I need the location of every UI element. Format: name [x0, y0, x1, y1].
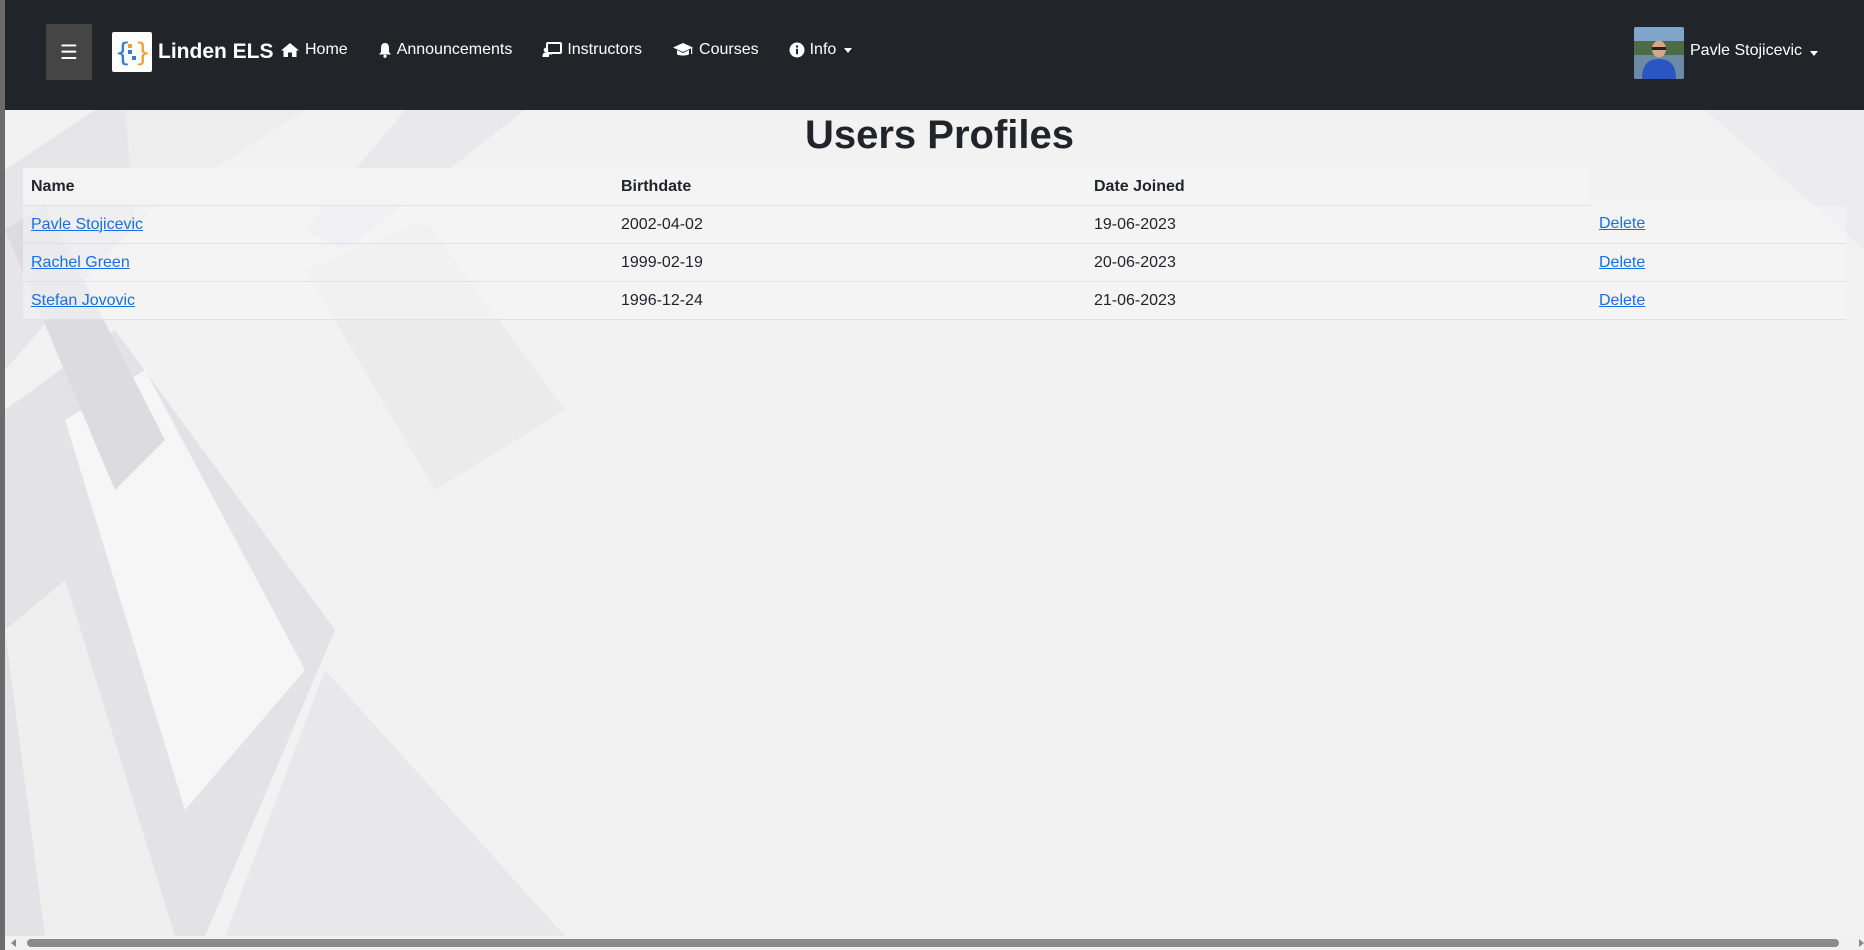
column-header-birthdate: Birthdate [613, 168, 1086, 206]
nav-courses[interactable]: Courses [672, 41, 759, 59]
user-profile-link[interactable]: Stefan Jovovic [31, 292, 135, 309]
table-row: Rachel Green 1999-02-19 20-06-2023 Delet… [23, 243, 1846, 282]
avatar [1634, 27, 1684, 79]
user-name: Pavle Stojicevic [1690, 42, 1803, 59]
user-profile-link[interactable]: Pavle Stojicevic [31, 216, 143, 233]
page-title: Users Profiles [804, 113, 1075, 157]
brand-name: Linden ELS [158, 40, 274, 63]
nav-links: Home Announcements Instructors Courses I… [280, 41, 882, 59]
cell-date-joined: 21-06-2023 [1086, 281, 1591, 320]
nav-courses-label: Courses [699, 41, 759, 58]
nav-announcements-label: Announcements [396, 41, 513, 58]
scrollbar-thumb[interactable] [27, 939, 1839, 947]
user-menu-dropdown[interactable]: Pavle Stojicevic [1634, 27, 1819, 79]
window-edge [0, 0, 5, 950]
svg-text:}: } [135, 38, 150, 68]
column-header-name: Name [23, 168, 613, 206]
table-header-row: Name Birthdate Date Joined [23, 168, 1846, 206]
delete-user-link[interactable]: Delete [1599, 254, 1645, 271]
cell-date-joined: 20-06-2023 [1086, 243, 1591, 282]
scroll-right-arrow-icon[interactable] [1859, 939, 1864, 947]
bell-icon [378, 42, 392, 58]
top-navbar: ☰ { } Linden ELS Home Announcements Inst… [5, 0, 1864, 110]
scroll-left-arrow-icon[interactable] [11, 939, 16, 947]
nav-home[interactable]: Home [280, 41, 348, 59]
cell-date-joined: 19-06-2023 [1086, 205, 1591, 244]
column-header-date-joined: Date Joined [1086, 168, 1591, 206]
table-row: Stefan Jovovic 1996-12-24 21-06-2023 Del… [23, 281, 1846, 320]
info-circle-icon [789, 42, 805, 58]
user-profile-link[interactable]: Rachel Green [31, 254, 130, 271]
chalkboard-teacher-icon [542, 42, 563, 58]
cell-name: Stefan Jovovic [23, 281, 613, 320]
users-table: Name Birthdate Date Joined Pavle Stojice… [23, 168, 1846, 320]
cell-birthdate: 2002-04-02 [613, 205, 1086, 244]
hamburger-menu-button[interactable]: ☰ [46, 24, 92, 80]
cell-name: Rachel Green [23, 243, 613, 282]
caret-down-icon [1810, 50, 1819, 56]
delete-user-link[interactable]: Delete [1599, 292, 1645, 309]
cell-actions: Delete [1591, 205, 1846, 244]
cell-actions: Delete [1591, 281, 1846, 320]
cell-birthdate: 1996-12-24 [613, 281, 1086, 320]
column-header-actions [1591, 168, 1846, 206]
caret-down-icon [844, 47, 853, 53]
delete-user-link[interactable]: Delete [1599, 215, 1645, 232]
brand[interactable]: { } Linden ELS [112, 32, 274, 72]
nav-home-label: Home [305, 41, 348, 58]
main-content: Users Profiles Name Birthdate Date Joine… [5, 110, 1864, 936]
cell-name: Pavle Stojicevic [23, 205, 613, 244]
nav-instructors[interactable]: Instructors [542, 41, 642, 59]
cell-actions: Delete [1591, 243, 1846, 282]
cell-birthdate: 1999-02-19 [613, 243, 1086, 282]
nav-info-dropdown[interactable]: Info [789, 41, 853, 59]
nav-info-label: Info [809, 41, 837, 58]
brand-logo-icon: { } [112, 32, 152, 72]
home-icon [280, 42, 300, 58]
horizontal-scrollbar[interactable] [5, 936, 1864, 950]
nav-instructors-label: Instructors [567, 41, 643, 58]
graduation-cap-icon [672, 42, 694, 58]
table-row: Pavle Stojicevic 2002-04-02 19-06-2023 D… [23, 205, 1846, 244]
nav-announcements[interactable]: Announcements [378, 41, 513, 59]
